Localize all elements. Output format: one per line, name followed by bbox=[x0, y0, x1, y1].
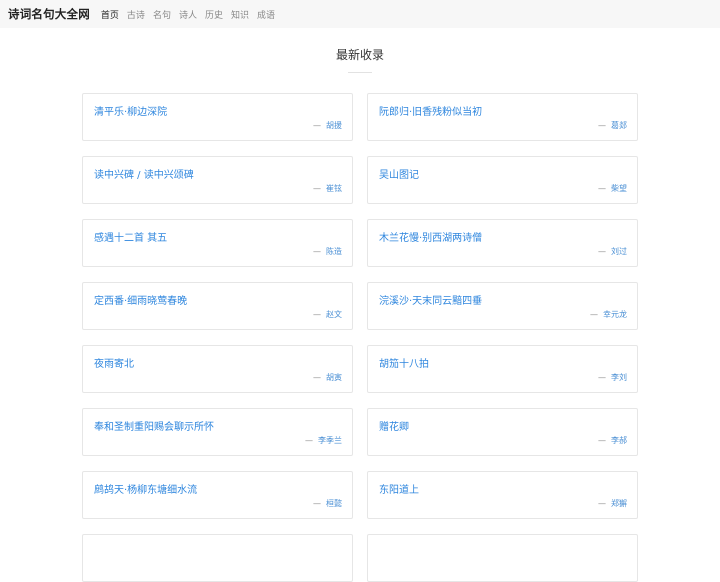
poem-title[interactable]: 浣溪沙·天末同云黯四垂 bbox=[379, 292, 482, 307]
author-name[interactable]: 葛郯 bbox=[611, 121, 627, 130]
poem-title[interactable]: 读中兴碑 / 读中兴颂碑 bbox=[94, 166, 194, 181]
author-name[interactable]: 陈造 bbox=[326, 247, 342, 256]
poem-author[interactable]: — 崔铉 bbox=[313, 183, 342, 194]
dash: — bbox=[313, 499, 321, 508]
poem-card[interactable]: 清平乐·柳边深院 — 胡援 bbox=[82, 93, 353, 141]
dash: — bbox=[313, 184, 321, 193]
author-name[interactable]: 赵文 bbox=[326, 310, 342, 319]
poem-title[interactable]: 阮郎归·旧香残粉似当初 bbox=[379, 103, 482, 118]
poem-title[interactable]: 鹧鸪天·杨柳东塘细水流 bbox=[94, 481, 197, 496]
poem-card[interactable]: 读中兴碑 / 读中兴颂碑 — 崔铉 bbox=[82, 156, 353, 204]
poem-card[interactable]: 木兰花慢·别西湖两诗僧 — 刘过 bbox=[367, 219, 638, 267]
dash: — bbox=[598, 436, 606, 445]
poem-title[interactable]: 奉和圣制重阳赐会聊示所怀 bbox=[94, 418, 214, 433]
poem-title[interactable]: 木兰花慢·别西湖两诗僧 bbox=[379, 229, 482, 244]
nav-famous-lines[interactable]: 名句 bbox=[153, 8, 171, 21]
site-logo[interactable]: 诗词名句大全网 bbox=[8, 6, 90, 22]
poem-title[interactable]: 定西番·细雨晓莺春晚 bbox=[94, 292, 187, 307]
poem-card-partial[interactable] bbox=[82, 534, 353, 582]
poem-author[interactable]: — 葛郯 bbox=[598, 120, 627, 131]
poem-card[interactable]: 赠花卿 — 李郝 bbox=[367, 408, 638, 456]
dash: — bbox=[590, 310, 598, 319]
author-name[interactable]: 李刘 bbox=[611, 373, 627, 382]
dash: — bbox=[305, 436, 313, 445]
dash: — bbox=[598, 121, 606, 130]
dash: — bbox=[313, 373, 321, 382]
poem-card[interactable]: 奉和圣制重阳赐会聊示所怀 — 李季兰 bbox=[82, 408, 353, 456]
nav-knowledge[interactable]: 知识 bbox=[231, 8, 249, 21]
dash: — bbox=[598, 373, 606, 382]
poem-author[interactable]: — 陈造 bbox=[313, 246, 342, 257]
poem-card[interactable]: 吴山图记 — 柴望 bbox=[367, 156, 638, 204]
dash: — bbox=[313, 310, 321, 319]
nav-home[interactable]: 首页 bbox=[101, 8, 119, 21]
poem-author[interactable]: — 刘过 bbox=[598, 246, 627, 257]
nav-poets[interactable]: 诗人 bbox=[179, 8, 197, 21]
title-divider bbox=[348, 72, 372, 73]
poem-card[interactable]: 夜雨寄北 — 胡寅 bbox=[82, 345, 353, 393]
dash: — bbox=[598, 247, 606, 256]
poem-card[interactable]: 胡笳十八拍 — 李刘 bbox=[367, 345, 638, 393]
poem-author[interactable]: — 李郝 bbox=[598, 435, 627, 446]
nav-history[interactable]: 历史 bbox=[205, 8, 223, 21]
poem-title[interactable]: 吴山图记 bbox=[379, 166, 419, 181]
poem-card[interactable]: 浣溪沙·天末同云黯四垂 — 幸元龙 bbox=[367, 282, 638, 330]
nav-idioms[interactable]: 成语 bbox=[257, 8, 275, 21]
author-name[interactable]: 郑獬 bbox=[611, 499, 627, 508]
poem-author[interactable]: — 赵文 bbox=[313, 309, 342, 320]
author-name[interactable]: 崔铉 bbox=[326, 184, 342, 193]
author-name[interactable]: 柴望 bbox=[611, 184, 627, 193]
author-name[interactable]: 幸元龙 bbox=[603, 310, 627, 319]
nav-ancient-poems[interactable]: 古诗 bbox=[127, 8, 145, 21]
poem-title[interactable]: 夜雨寄北 bbox=[94, 355, 134, 370]
poem-title[interactable]: 东阳道上 bbox=[379, 481, 419, 496]
poem-card[interactable]: 定西番·细雨晓莺春晚 — 赵文 bbox=[82, 282, 353, 330]
poem-card-partial[interactable] bbox=[367, 534, 638, 582]
poem-author[interactable]: — 胡援 bbox=[313, 120, 342, 131]
poem-card[interactable]: 阮郎归·旧香残粉似当初 — 葛郯 bbox=[367, 93, 638, 141]
poem-title[interactable]: 赠花卿 bbox=[379, 418, 409, 433]
author-name[interactable]: 李郝 bbox=[611, 436, 627, 445]
poem-card[interactable]: 感遇十二首 其五 — 陈造 bbox=[82, 219, 353, 267]
poem-author[interactable]: — 桓懿 bbox=[313, 498, 342, 509]
poem-author[interactable]: — 胡寅 bbox=[313, 372, 342, 383]
dash: — bbox=[598, 184, 606, 193]
poem-title[interactable]: 感遇十二首 其五 bbox=[94, 229, 167, 244]
poem-author[interactable]: — 柴望 bbox=[598, 183, 627, 194]
poem-title[interactable]: 清平乐·柳边深院 bbox=[94, 103, 167, 118]
section-title: 最新收录 bbox=[335, 48, 384, 62]
poem-author[interactable]: — 李刘 bbox=[598, 372, 627, 383]
poem-grid: 清平乐·柳边深院 — 胡援 阮郎归·旧香残粉似当初 — 葛郯 读中兴碑 / 读中兴颂碑 —… bbox=[82, 93, 638, 582]
author-name[interactable]: 胡援 bbox=[326, 121, 342, 130]
author-name[interactable]: 李季兰 bbox=[318, 436, 342, 445]
dash: — bbox=[313, 121, 321, 130]
author-name[interactable]: 刘过 bbox=[611, 247, 627, 256]
author-name[interactable]: 胡寅 bbox=[326, 373, 342, 382]
top-navbar: 诗词名句大全网 首页 古诗 名句 诗人 历史 知识 成语 bbox=[0, 0, 720, 28]
poem-card[interactable]: 鹧鸪天·杨柳东塘细水流 — 桓懿 bbox=[82, 471, 353, 519]
poem-card[interactable]: 东阳道上 — 郑獬 bbox=[367, 471, 638, 519]
poem-author[interactable]: — 幸元龙 bbox=[590, 309, 627, 320]
poem-author[interactable]: — 郑獬 bbox=[598, 498, 627, 509]
dash: — bbox=[313, 247, 321, 256]
dash: — bbox=[598, 499, 606, 508]
author-name[interactable]: 桓懿 bbox=[326, 499, 342, 508]
poem-title[interactable]: 胡笳十八拍 bbox=[379, 355, 429, 370]
poem-author[interactable]: — 李季兰 bbox=[305, 435, 342, 446]
